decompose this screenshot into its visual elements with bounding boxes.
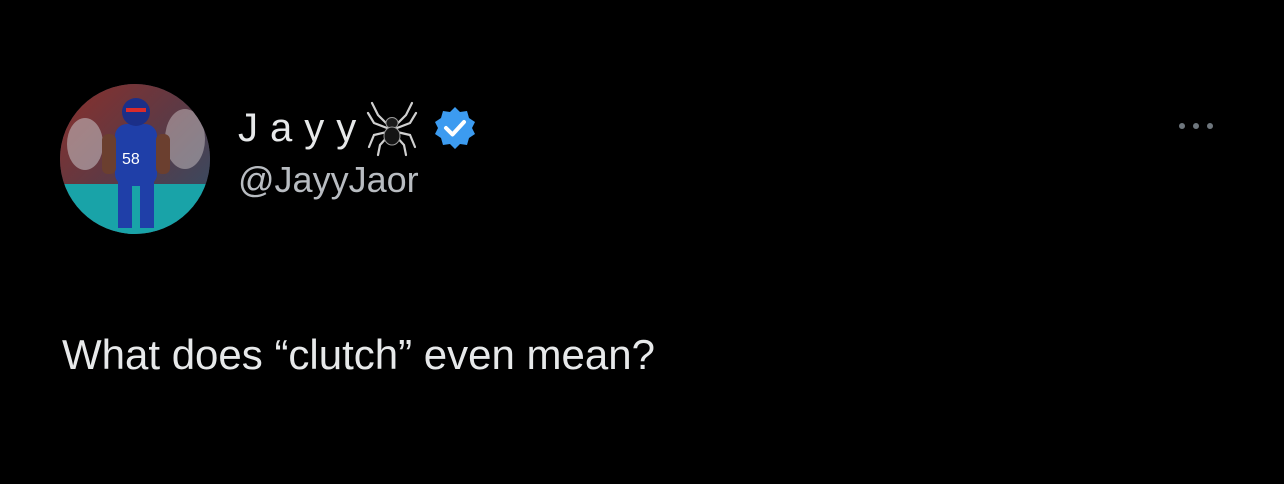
avatar[interactable]: 58 xyxy=(60,84,210,234)
more-options-icon xyxy=(1179,123,1213,129)
author-info: Jayy @JayyJaor xyxy=(238,96,478,216)
spider-icon xyxy=(366,99,418,157)
user-handle[interactable]: @JayyJaor xyxy=(238,162,478,198)
tweet-text: What does “clutch” even mean? xyxy=(62,331,655,378)
avatar-photo: 58 xyxy=(60,84,210,234)
svg-text:58: 58 xyxy=(122,151,140,168)
name-row: Jayy xyxy=(238,96,478,160)
verified-badge-icon xyxy=(432,105,478,151)
more-options-button[interactable] xyxy=(1170,112,1222,140)
display-name[interactable]: Jayy xyxy=(238,108,368,148)
tweet-card: 58 Jayy @JayyJaor What does “clutch” eve… xyxy=(0,0,1284,484)
